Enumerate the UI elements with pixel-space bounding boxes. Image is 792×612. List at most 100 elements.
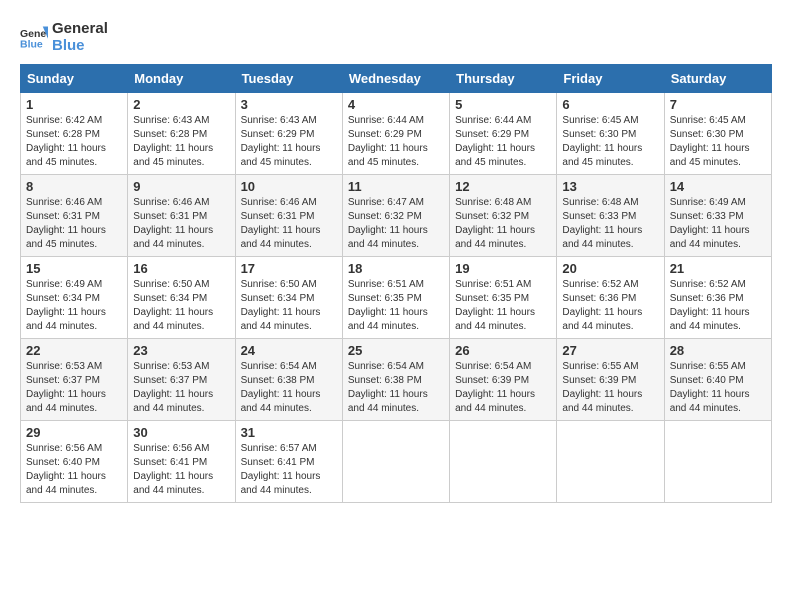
calendar-cell: 5Sunrise: 6:44 AMSunset: 6:29 PMDaylight… bbox=[450, 93, 557, 175]
calendar-cell: 22Sunrise: 6:53 AMSunset: 6:37 PMDayligh… bbox=[21, 339, 128, 421]
day-number: 20 bbox=[562, 261, 658, 276]
day-info: Sunrise: 6:46 AMSunset: 6:31 PMDaylight:… bbox=[26, 196, 122, 252]
day-info: Sunrise: 6:43 AMSunset: 6:28 PMDaylight:… bbox=[133, 114, 229, 170]
calendar-cell: 14 Sunrise: 6:49 AMSunset: 6:33 PMDayligh… bbox=[664, 175, 771, 257]
calendar-cell: 24 Sunrise: 6:54 AMSunset: 6:38 PMDayligh… bbox=[235, 339, 342, 421]
day-number: 11 bbox=[348, 179, 444, 194]
day-info: Sunrise: 6:52 AMSunset: 6:36 PMDaylight:… bbox=[562, 278, 658, 334]
day-info: Sunrise: 6:53 AMSunset: 6:37 PMDaylight:… bbox=[133, 360, 229, 416]
day-info: Sunrise: 6:52 AMSunset: 6:36 PMDaylight:… bbox=[670, 278, 766, 334]
day-number: 10 bbox=[241, 179, 337, 194]
calendar-cell: 16 Sunrise: 6:50 AMSunset: 6:34 PMDayligh… bbox=[128, 257, 235, 339]
header-sunday: Sunday bbox=[21, 65, 128, 93]
calendar-week-row: 1 Sunrise: 6:42 AMSunset: 6:28 PMDaylight… bbox=[21, 93, 772, 175]
day-info: Sunrise: 6:42 AMSunset: 6:28 PMDaylight:… bbox=[26, 114, 122, 170]
day-number: 7 bbox=[670, 97, 766, 112]
day-number: 14 bbox=[670, 179, 766, 194]
calendar-cell: 15 Sunrise: 6:49 AMSunset: 6:34 PMDayligh… bbox=[21, 257, 128, 339]
day-info: Sunrise: 6:45 AMSunset: 6:30 PMDaylight:… bbox=[670, 114, 766, 170]
logo: General Blue General Blue bbox=[20, 20, 108, 54]
logo-icon: General Blue bbox=[20, 23, 48, 51]
day-number: 31 bbox=[241, 425, 337, 440]
calendar-cell: 10 Sunrise: 6:46 AMSunset: 6:31 PMDayligh… bbox=[235, 175, 342, 257]
day-info: Sunrise: 6:49 AMSunset: 6:33 PMDaylight:… bbox=[670, 196, 766, 252]
header-wednesday: Wednesday bbox=[342, 65, 449, 93]
day-info: Sunrise: 6:56 AMSunset: 6:41 PMDaylight:… bbox=[133, 442, 229, 498]
days-header-row: Sunday Monday Tuesday Wednesday Thursday… bbox=[21, 65, 772, 93]
header-friday: Friday bbox=[557, 65, 664, 93]
calendar-cell: 4 Sunrise: 6:44 AMSunset: 6:29 PMDaylight… bbox=[342, 93, 449, 175]
calendar-cell: 1 Sunrise: 6:42 AMSunset: 6:28 PMDaylight… bbox=[21, 93, 128, 175]
calendar-cell: 3Sunrise: 6:43 AMSunset: 6:29 PMDaylight… bbox=[235, 93, 342, 175]
calendar-cell bbox=[342, 421, 449, 503]
calendar-cell: 18 Sunrise: 6:51 AMSunset: 6:35 PMDayligh… bbox=[342, 257, 449, 339]
day-number: 6 bbox=[562, 97, 658, 112]
calendar-cell: 2 Sunrise: 6:43 AMSunset: 6:28 PMDaylight… bbox=[128, 93, 235, 175]
calendar-cell bbox=[450, 421, 557, 503]
day-number: 26 bbox=[455, 343, 551, 358]
day-number: 4 bbox=[348, 97, 444, 112]
day-number: 28 bbox=[670, 343, 766, 358]
day-number: 16 bbox=[133, 261, 229, 276]
calendar-cell: 21 Sunrise: 6:52 AMSunset: 6:36 PMDayligh… bbox=[664, 257, 771, 339]
calendar-cell: 26 Sunrise: 6:54 AMSunset: 6:39 PMDayligh… bbox=[450, 339, 557, 421]
day-info: Sunrise: 6:55 AMSunset: 6:39 PMDaylight:… bbox=[562, 360, 658, 416]
day-info: Sunrise: 6:44 AMSunset: 6:29 PMDaylight:… bbox=[348, 114, 444, 170]
day-number: 19 bbox=[455, 261, 551, 276]
day-number: 24 bbox=[241, 343, 337, 358]
day-info: Sunrise: 6:54 AMSunset: 6:38 PMDaylight:… bbox=[348, 360, 444, 416]
calendar-cell: 25 Sunrise: 6:54 AMSunset: 6:38 PMDayligh… bbox=[342, 339, 449, 421]
day-info: Sunrise: 6:44 AMSunset: 6:29 PMDaylight:… bbox=[455, 114, 551, 170]
day-info: Sunrise: 6:54 AMSunset: 6:39 PMDaylight:… bbox=[455, 360, 551, 416]
page-header: General Blue General Blue bbox=[20, 20, 772, 54]
calendar-cell: 27Sunrise: 6:55 AMSunset: 6:39 PMDayligh… bbox=[557, 339, 664, 421]
day-number: 18 bbox=[348, 261, 444, 276]
calendar-cell: 17Sunrise: 6:50 AMSunset: 6:34 PMDayligh… bbox=[235, 257, 342, 339]
day-info: Sunrise: 6:51 AMSunset: 6:35 PMDaylight:… bbox=[455, 278, 551, 334]
calendar-cell: 13 Sunrise: 6:48 AMSunset: 6:33 PMDayligh… bbox=[557, 175, 664, 257]
day-info: Sunrise: 6:49 AMSunset: 6:34 PMDaylight:… bbox=[26, 278, 122, 334]
day-number: 12 bbox=[455, 179, 551, 194]
day-info: Sunrise: 6:51 AMSunset: 6:35 PMDaylight:… bbox=[348, 278, 444, 334]
calendar-week-row: 8 Sunrise: 6:46 AMSunset: 6:31 PMDaylight… bbox=[21, 175, 772, 257]
day-number: 15 bbox=[26, 261, 122, 276]
day-number: 23 bbox=[133, 343, 229, 358]
day-info: Sunrise: 6:47 AMSunset: 6:32 PMDaylight:… bbox=[348, 196, 444, 252]
day-info: Sunrise: 6:55 AMSunset: 6:40 PMDaylight:… bbox=[670, 360, 766, 416]
day-info: Sunrise: 6:50 AMSunset: 6:34 PMDaylight:… bbox=[133, 278, 229, 334]
day-number: 1 bbox=[26, 97, 122, 112]
day-info: Sunrise: 6:48 AMSunset: 6:33 PMDaylight:… bbox=[562, 196, 658, 252]
day-number: 30 bbox=[133, 425, 229, 440]
calendar-cell bbox=[557, 421, 664, 503]
day-info: Sunrise: 6:56 AMSunset: 6:40 PMDaylight:… bbox=[26, 442, 122, 498]
day-info: Sunrise: 6:45 AMSunset: 6:30 PMDaylight:… bbox=[562, 114, 658, 170]
calendar-week-row: 15 Sunrise: 6:49 AMSunset: 6:34 PMDayligh… bbox=[21, 257, 772, 339]
calendar-cell: 12 Sunrise: 6:48 AMSunset: 6:32 PMDayligh… bbox=[450, 175, 557, 257]
calendar-week-row: 29 Sunrise: 6:56 AMSunset: 6:40 PMDayligh… bbox=[21, 421, 772, 503]
calendar-cell: 19 Sunrise: 6:51 AMSunset: 6:35 PMDayligh… bbox=[450, 257, 557, 339]
day-info: Sunrise: 6:43 AMSunset: 6:29 PMDaylight:… bbox=[241, 114, 337, 170]
day-number: 25 bbox=[348, 343, 444, 358]
day-number: 13 bbox=[562, 179, 658, 194]
day-info: Sunrise: 6:54 AMSunset: 6:38 PMDaylight:… bbox=[241, 360, 337, 416]
day-info: Sunrise: 6:46 AMSunset: 6:31 PMDaylight:… bbox=[241, 196, 337, 252]
calendar-cell: 20 Sunrise: 6:52 AMSunset: 6:36 PMDayligh… bbox=[557, 257, 664, 339]
day-number: 29 bbox=[26, 425, 122, 440]
calendar-cell bbox=[664, 421, 771, 503]
day-number: 21 bbox=[670, 261, 766, 276]
day-number: 8 bbox=[26, 179, 122, 194]
day-number: 2 bbox=[133, 97, 229, 112]
calendar-cell: 30 Sunrise: 6:56 AMSunset: 6:41 PMDayligh… bbox=[128, 421, 235, 503]
day-info: Sunrise: 6:50 AMSunset: 6:34 PMDaylight:… bbox=[241, 278, 337, 334]
day-info: Sunrise: 6:57 AMSunset: 6:41 PMDaylight:… bbox=[241, 442, 337, 498]
day-info: Sunrise: 6:48 AMSunset: 6:32 PMDaylight:… bbox=[455, 196, 551, 252]
calendar-cell: 29 Sunrise: 6:56 AMSunset: 6:40 PMDayligh… bbox=[21, 421, 128, 503]
calendar-cell: 11 Sunrise: 6:47 AMSunset: 6:32 PMDayligh… bbox=[342, 175, 449, 257]
header-saturday: Saturday bbox=[664, 65, 771, 93]
calendar-cell: 7 Sunrise: 6:45 AMSunset: 6:30 PMDaylight… bbox=[664, 93, 771, 175]
day-info: Sunrise: 6:46 AMSunset: 6:31 PMDaylight:… bbox=[133, 196, 229, 252]
calendar-cell: 28 Sunrise: 6:55 AMSunset: 6:40 PMDayligh… bbox=[664, 339, 771, 421]
calendar-table: Sunday Monday Tuesday Wednesday Thursday… bbox=[20, 64, 772, 503]
calendar-cell: 31 Sunrise: 6:57 AMSunset: 6:41 PMDayligh… bbox=[235, 421, 342, 503]
logo-text: General Blue bbox=[52, 20, 108, 54]
